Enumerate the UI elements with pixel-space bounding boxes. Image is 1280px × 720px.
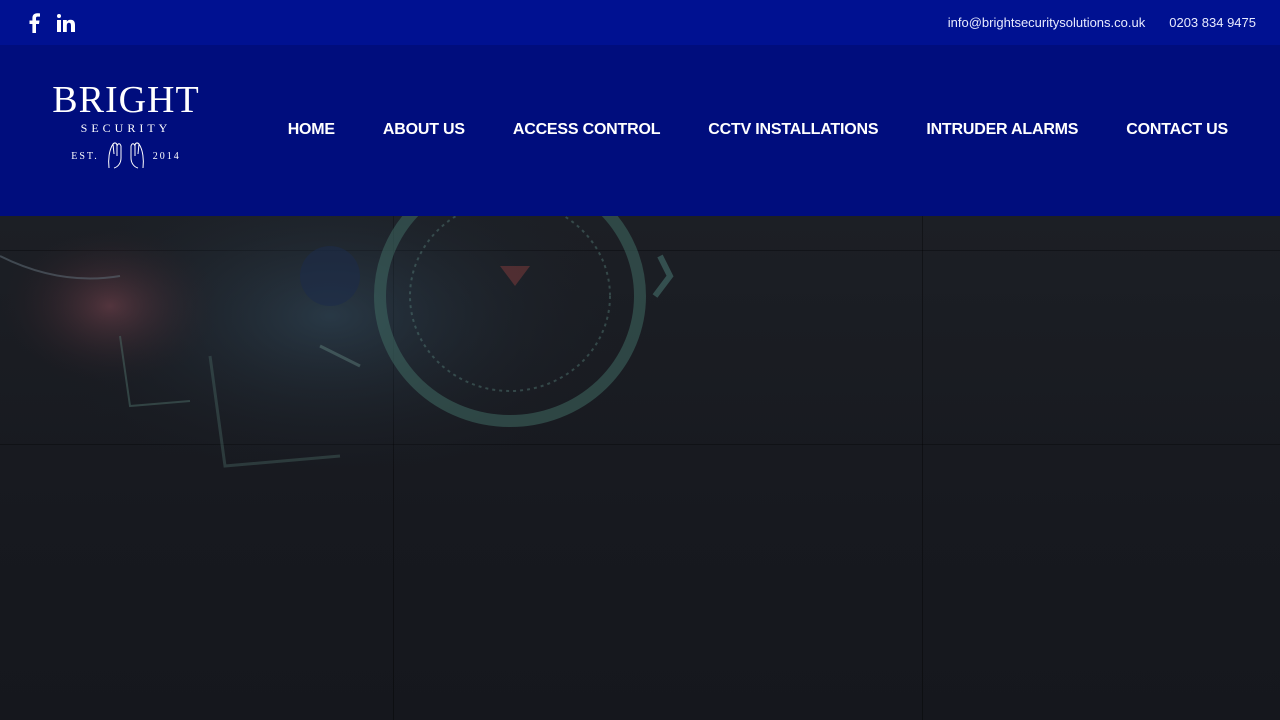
hero-banner bbox=[0, 216, 1280, 720]
email-link[interactable]: info@brightsecuritysolutions.co.uk bbox=[948, 15, 1145, 30]
nav-contact-us[interactable]: CONTACT US bbox=[1126, 121, 1228, 139]
top-bar: info@brightsecuritysolutions.co.uk 0203 … bbox=[0, 0, 1280, 45]
phone-link[interactable]: 0203 834 9475 bbox=[1169, 15, 1256, 30]
facebook-icon[interactable] bbox=[24, 12, 44, 33]
hands-icon bbox=[105, 140, 147, 173]
security-graphic bbox=[0, 216, 674, 486]
logo-established: EST. 2014 bbox=[36, 140, 216, 173]
contact-info: info@brightsecuritysolutions.co.uk 0203 … bbox=[948, 15, 1256, 30]
social-links bbox=[24, 12, 76, 33]
logo-subtitle: SECURITY bbox=[80, 121, 172, 135]
logo-est-year: 2014 bbox=[152, 151, 181, 162]
nav-cctv-installations[interactable]: CCTV INSTALLATIONS bbox=[708, 121, 878, 139]
linkedin-icon[interactable] bbox=[56, 13, 76, 33]
main-nav: HOME ABOUT US ACCESS CONTROL CCTV INSTAL… bbox=[288, 121, 1229, 139]
logo-title: BRIGHT bbox=[52, 79, 200, 121]
main-header: BRIGHT SECURITY EST. 2014 HOME ABOUT US … bbox=[0, 45, 1280, 216]
logo-est-label: EST. bbox=[71, 151, 99, 162]
nav-intruder-alarms[interactable]: INTRUDER ALARMS bbox=[926, 121, 1078, 139]
logo[interactable]: BRIGHT SECURITY EST. 2014 bbox=[36, 81, 216, 181]
nav-home[interactable]: HOME bbox=[288, 121, 335, 139]
nav-access-control[interactable]: ACCESS CONTROL bbox=[513, 121, 661, 139]
nav-about-us[interactable]: ABOUT US bbox=[383, 121, 465, 139]
